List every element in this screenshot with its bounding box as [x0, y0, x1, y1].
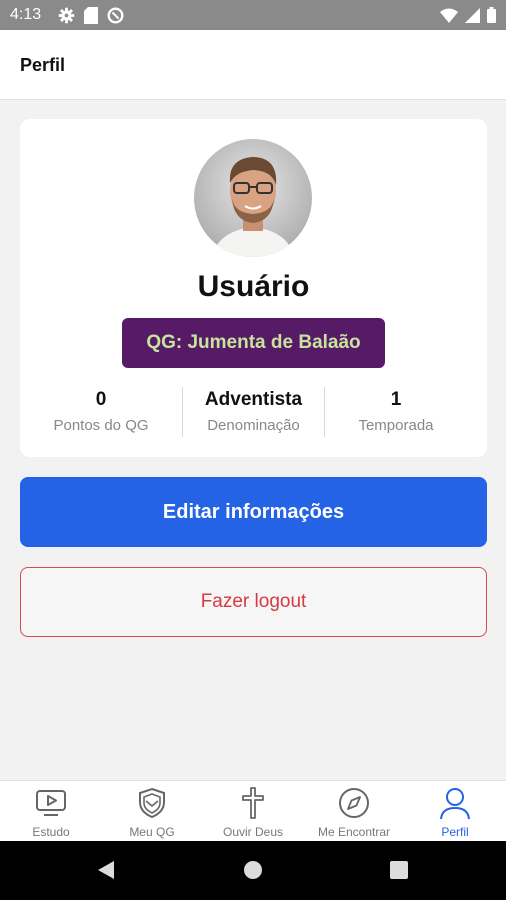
app-bar: Perfil — [0, 30, 506, 100]
wifi-icon — [440, 8, 458, 28]
stat-value: 1 — [390, 389, 402, 410]
home-icon[interactable] — [243, 860, 263, 880]
tab-label: Me Encontrar — [317, 825, 391, 839]
cross-icon — [242, 787, 264, 819]
back-icon[interactable] — [96, 860, 116, 880]
sd-card-icon — [84, 7, 98, 29]
profile-card: Usuário QG: Jumenta de Balaão 0 Pontos d… — [20, 119, 487, 457]
tab-label: Estudo — [32, 825, 70, 839]
tab-me-encontrar[interactable]: Me Encontrar — [303, 781, 405, 842]
tab-estudo[interactable]: Estudo — [0, 781, 102, 842]
profile-name: Usuário — [197, 270, 310, 303]
profile-stats: 0 Pontos do QG Adventista Denominação 1 … — [20, 387, 487, 437]
settings-icon — [58, 7, 75, 29]
status-bar: 4:13 — [0, 0, 506, 30]
bottom-nav: Estudo Meu QG Ouvir Deus Me Encontrar Pe… — [0, 780, 506, 842]
edit-info-button[interactable]: Editar informações — [20, 477, 487, 547]
stat-season: 1 Temporada — [325, 387, 467, 437]
user-icon — [440, 788, 470, 820]
stat-label: Denominação — [207, 417, 300, 434]
recents-icon[interactable] — [390, 861, 408, 879]
tab-perfil[interactable]: Perfil — [404, 781, 506, 842]
stat-value: Adventista — [204, 389, 303, 410]
signal-icon — [465, 7, 480, 28]
logout-button[interactable]: Fazer logout — [20, 567, 487, 637]
status-time: 4:13 — [10, 6, 42, 23]
shield-icon — [139, 787, 165, 819]
tab-label: Ouvir Deus — [222, 825, 284, 839]
page-title: Perfil — [20, 55, 66, 75]
qg-badge: QG: Jumenta de Balaão — [122, 318, 385, 368]
battery-icon — [487, 7, 496, 28]
tab-label: Perfil — [441, 825, 469, 839]
compass-icon — [339, 788, 369, 818]
tab-label: Meu QG — [129, 825, 175, 839]
system-nav-bar — [0, 841, 506, 900]
video-player-icon — [36, 790, 66, 816]
stat-points: 0 Pontos do QG — [20, 387, 182, 437]
stat-denomination: Adventista Denominação — [183, 387, 324, 437]
tab-meu-qg[interactable]: Meu QG — [101, 781, 203, 842]
stat-label: Temporada — [358, 417, 434, 434]
stat-value: 0 — [95, 389, 107, 410]
stat-label: Pontos do QG — [53, 417, 149, 434]
avatar — [194, 139, 312, 257]
tab-ouvir-deus[interactable]: Ouvir Deus — [202, 781, 304, 842]
data-saver-icon — [107, 7, 124, 29]
